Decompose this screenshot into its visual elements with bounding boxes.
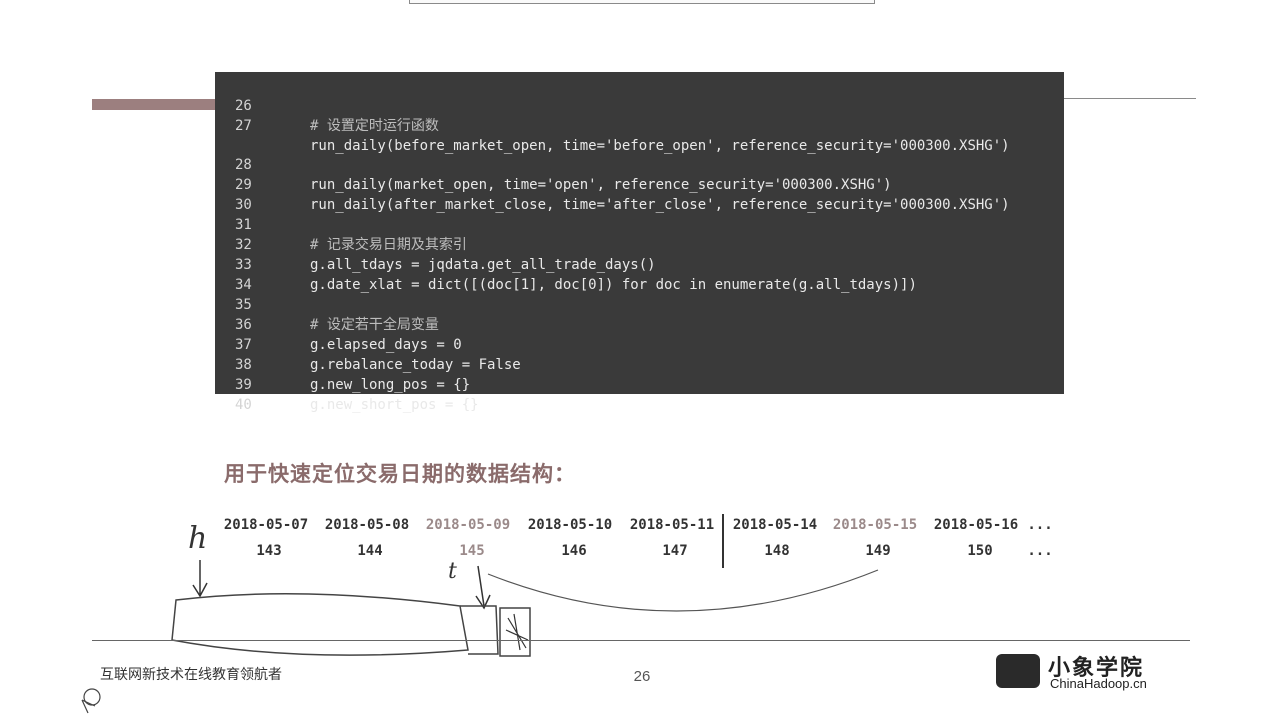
page-number: 26 (633, 668, 651, 685)
ember-scribble (505, 613, 529, 651)
cigarette-sketch (171, 593, 469, 656)
t-label: t (448, 559, 457, 584)
h-label: h (188, 521, 207, 556)
handwritten-annotations: h t (81, 521, 879, 714)
footer-rule (92, 640, 1190, 641)
h-arrow (192, 560, 208, 598)
elephant-icon (996, 654, 1040, 688)
logo-subtitle: ChinaHadoop.cn (1050, 676, 1147, 691)
pointer-icon (81, 699, 96, 714)
ember-box (499, 607, 531, 657)
brand-logo: 小象学院 ChinaHadoop.cn (996, 652, 1186, 692)
t-arrow (475, 565, 491, 610)
pointer-curve (487, 569, 879, 612)
footer-slogan: 互联网新技术在线教育领航者 (100, 667, 282, 683)
cigarette-tip (460, 605, 499, 655)
